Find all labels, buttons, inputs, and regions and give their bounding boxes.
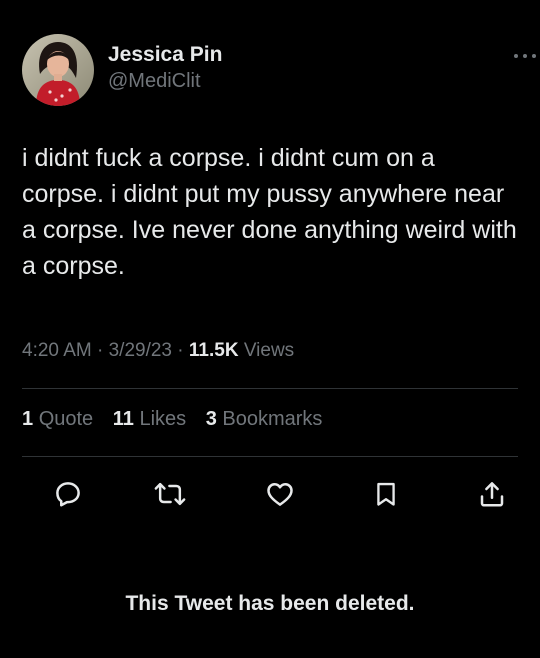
quotes-count: 1 — [22, 408, 34, 430]
share-icon — [480, 482, 504, 507]
more-options-icon[interactable] — [514, 52, 536, 60]
divider — [22, 456, 518, 457]
display-name[interactable]: Jessica Pin — [108, 42, 222, 68]
tweet-text: i didnt fuck a corpse. i didnt cum on a … — [22, 144, 524, 280]
tweet-date[interactable]: 3/29/23 — [109, 340, 172, 361]
views-count[interactable]: 11.5K — [189, 340, 239, 361]
separator: · — [177, 340, 184, 361]
reply-icon — [56, 482, 80, 507]
bookmarks-count: 3 — [205, 408, 217, 430]
tweet-card: Jessica Pin @MediClit i didnt fuck a cor… — [0, 0, 540, 658]
action-bar — [50, 476, 520, 512]
tweet-time[interactable]: 4:20 AM — [22, 340, 92, 361]
bookmark-button[interactable] — [368, 476, 404, 512]
share-button[interactable] — [474, 476, 510, 512]
likes-stat[interactable]: 11 Likes — [113, 408, 186, 430]
quotes-label: Quote — [38, 408, 94, 430]
tweet-header: Jessica Pin @MediClit — [22, 34, 222, 106]
avatar[interactable] — [22, 34, 94, 106]
retweet-button[interactable] — [152, 476, 188, 512]
separator: · — [97, 340, 104, 361]
reply-button[interactable] — [50, 476, 86, 512]
likes-label: Likes — [139, 408, 187, 430]
deleted-notice: This Tweet has been deleted. — [125, 592, 415, 615]
bookmarks-stat[interactable]: 3 Bookmarks — [206, 408, 323, 430]
engagement-stats: 1 Quote 11 Likes 3 Bookmarks — [22, 408, 336, 431]
tweet-meta: 4:20 AM · 3/29/23 · 11.5K Views — [22, 340, 294, 362]
like-icon — [267, 483, 293, 506]
avatar-image — [22, 34, 94, 106]
bookmark-icon — [377, 482, 395, 506]
like-button[interactable] — [262, 476, 298, 512]
likes-count: 11 — [112, 408, 134, 430]
divider — [22, 388, 518, 389]
user-handle[interactable]: @MediClit — [108, 68, 222, 94]
quotes-stat[interactable]: 1 Quote — [22, 408, 93, 430]
retweet-icon — [154, 482, 186, 506]
author-names: Jessica Pin @MediClit — [108, 42, 222, 94]
bookmarks-label: Bookmarks — [222, 408, 323, 430]
views-label[interactable]: Views — [244, 340, 294, 361]
